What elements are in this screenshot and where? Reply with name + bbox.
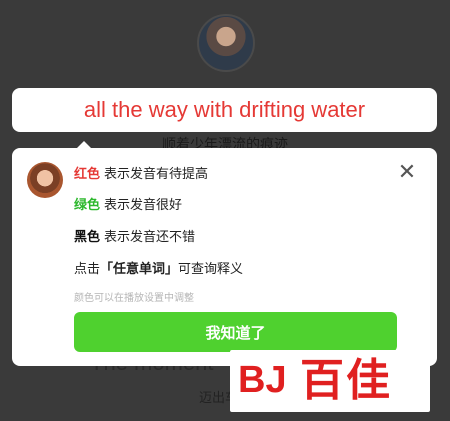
legend-row-black: 黑色 表示发音还不错 — [74, 226, 195, 245]
got-it-button[interactable]: 我知道了 — [74, 312, 397, 352]
close-button[interactable]: ✕ — [397, 160, 417, 185]
logo-mark: BJ — [238, 359, 287, 401]
pronunciation-guide-popup: ✕ 红色 表示发音有待提高 绿色 表示发音很好 黑色 表示发音还不错 点击「任意单词」… — [12, 141, 437, 366]
color-word-green: 绿色 — [74, 198, 101, 213]
color-word-black: 黑色 — [74, 230, 101, 245]
legend-desc: 表示发音很好 — [104, 198, 183, 213]
legend-row-green: 绿色 表示发音很好 — [74, 194, 182, 213]
logo-text: 百佳 — [300, 355, 392, 406]
tap-suffix: 可查询释义 — [178, 262, 244, 277]
close-icon: ✕ — [397, 160, 417, 185]
color-word-red: 红色 — [74, 167, 101, 182]
sentence-text[interactable]: all the way with drifting water — [84, 97, 365, 123]
tap-highlight: 「任意单词」 — [100, 262, 179, 277]
tap-word-hint: 点击「任意单词」可查询释义 — [74, 258, 243, 277]
popup-arrow — [76, 141, 92, 149]
sentence-card: all the way with drifting water — [12, 88, 437, 132]
legend-desc: 表示发音有待提高 — [104, 167, 209, 182]
legend-row-red: 红色 表示发音有待提高 — [74, 163, 208, 182]
background-avatar — [197, 14, 255, 72]
avatar — [27, 162, 63, 198]
settings-hint: 颜色可以在播放设置中调整 — [74, 293, 194, 304]
legend-desc: 表示发音还不错 — [104, 230, 196, 245]
tap-prefix: 点击 — [74, 262, 101, 277]
watermark-logo: BJ 百佳 — [230, 350, 430, 412]
